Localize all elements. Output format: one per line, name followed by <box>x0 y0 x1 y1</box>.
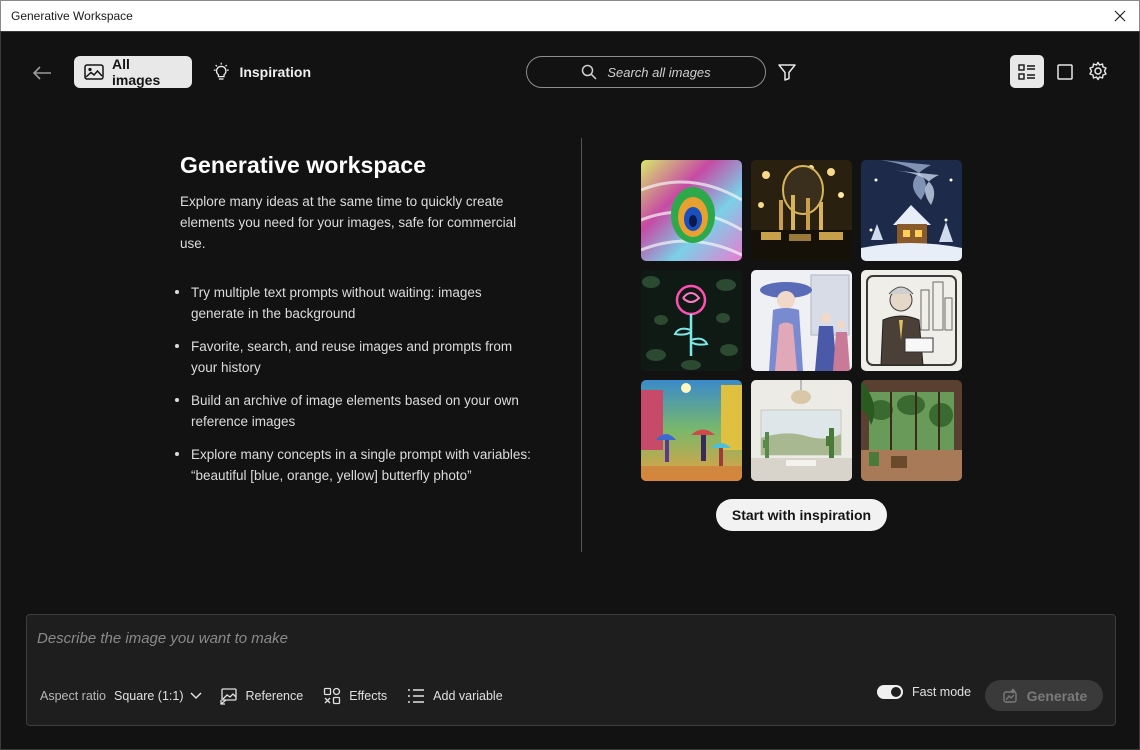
tab-inspiration[interactable]: Inspiration <box>201 56 321 88</box>
fast-mode-toggle[interactable]: Fast mode <box>877 685 971 699</box>
sample-image-snowy-cottage[interactable] <box>861 160 962 261</box>
window-title: Generative Workspace <box>11 9 133 23</box>
intro-description: Explore many ideas at the same time to q… <box>180 194 517 251</box>
inspiration-gallery <box>641 160 963 482</box>
sample-image-tropical-terrace[interactable] <box>861 380 962 481</box>
settings-button[interactable] <box>1088 61 1110 83</box>
sample-image-rainy-street[interactable] <box>641 380 742 481</box>
prompt-input[interactable] <box>37 627 1097 649</box>
add-variable-label: Add variable <box>433 689 503 703</box>
feature-item: Favorite, search, and reuse images and p… <box>173 336 533 378</box>
search-placeholder: Search all images <box>607 64 711 80</box>
filter-button[interactable] <box>777 62 799 84</box>
aspect-ratio-select[interactable]: Square (1:1) <box>114 689 202 703</box>
start-with-inspiration-button[interactable]: Start with inspiration <box>716 499 887 531</box>
lightbulb-icon <box>213 62 229 80</box>
effects-button[interactable]: Effects <box>323 687 387 705</box>
generate-sparkle-icon <box>1002 687 1017 703</box>
toggle-switch[interactable] <box>877 685 903 699</box>
effects-label: Effects <box>349 689 388 703</box>
single-view-button[interactable] <box>1055 62 1075 82</box>
close-icon[interactable] <box>1111 7 1129 25</box>
sample-image-peacock-feather[interactable] <box>641 160 742 261</box>
filter-icon <box>778 64 796 81</box>
app-window: All images Inspiration Search all images <box>0 31 1140 750</box>
back-button[interactable] <box>29 60 55 86</box>
add-variable-button[interactable]: Add variable <box>407 688 503 704</box>
image-icon <box>84 64 104 80</box>
reference-image-icon <box>219 688 237 705</box>
tab-all-images-label: All images <box>112 56 161 88</box>
generate-label: Generate <box>1026 687 1088 704</box>
search-bar[interactable]: Search all images <box>526 56 766 88</box>
page-title: Generative workspace <box>180 152 427 178</box>
window-titlebar: Generative Workspace <box>0 0 1140 31</box>
chevron-down-icon <box>189 692 202 700</box>
sample-image-neon-rose[interactable] <box>641 270 742 371</box>
reference-button[interactable]: Reference <box>219 687 304 705</box>
aspect-ratio-value: Square (1:1) <box>114 689 184 703</box>
sample-image-man-reading[interactable] <box>861 270 962 371</box>
list-icon <box>408 689 425 703</box>
prompt-panel: Aspect ratio Square (1:1) Reference <box>26 614 1116 726</box>
vertical-divider <box>581 138 582 552</box>
square-icon <box>1057 64 1073 80</box>
aspect-ratio-label: Aspect ratio <box>40 689 107 703</box>
gear-icon <box>1089 61 1107 81</box>
feature-item: Build an archive of image elements based… <box>173 390 533 432</box>
back-arrow-icon <box>32 66 51 80</box>
tab-all-images[interactable]: All images <box>74 56 192 88</box>
search-icon <box>582 64 597 80</box>
sample-image-fashion-watercolor[interactable] <box>751 270 852 371</box>
fast-mode-label: Fast mode <box>912 685 972 699</box>
prompt-options: Aspect ratio Square (1:1) Reference Effe… <box>40 685 523 707</box>
feature-list: Try multiple text prompts without waitin… <box>173 282 533 498</box>
tab-inspiration-label: Inspiration <box>239 64 311 80</box>
effects-icon <box>324 687 341 705</box>
sample-image-minimal-living-room[interactable] <box>751 380 852 481</box>
reference-label: Reference <box>245 689 304 703</box>
sample-image-makeup-brushes[interactable] <box>751 160 852 261</box>
feature-item: Explore many concepts in a single prompt… <box>173 444 533 486</box>
list-grid-icon <box>1018 63 1035 80</box>
feature-item: Try multiple text prompts without waitin… <box>173 282 533 324</box>
grid-view-button[interactable] <box>1010 55 1044 88</box>
generate-button[interactable]: Generate <box>985 680 1103 711</box>
